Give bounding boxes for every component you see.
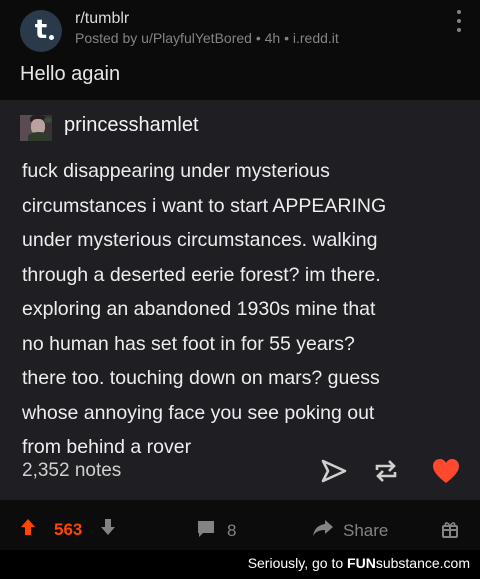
comment-icon[interactable] [196, 520, 216, 538]
post-action-bar: 563 8 Share [0, 500, 480, 550]
body-line: through a deserted eerie forest? im ther… [22, 263, 381, 286]
body-line: circumstances i want to start APPEARING [22, 194, 387, 217]
heart-icon [433, 459, 459, 483]
send-icon [321, 459, 347, 483]
body-line: there too. touching down on mars? guess [22, 367, 380, 389]
subreddit-icon-dot [49, 35, 54, 40]
more-options-icon[interactable] [449, 10, 469, 32]
watermark-site-com: .com [439, 555, 470, 571]
body-line: whose annoying face you see poking out [22, 401, 375, 424]
post-header: t r/tumblr Posted by u/PlayfulYetBored •… [0, 0, 480, 100]
post-meta: Posted by u/PlayfulYetBored • 4h • i.red… [75, 30, 339, 46]
upvote-icon[interactable] [20, 518, 36, 536]
watermark-bar: Seriously, go to FUNsubstance.com [0, 550, 480, 579]
share-button[interactable]: Share [343, 521, 388, 541]
body-line: under mysterious circumstances. walking [22, 229, 378, 251]
post-body-text: fuck disappearing under mysterious circu… [22, 154, 467, 465]
comment-count[interactable]: 8 [227, 521, 236, 541]
watermark-site-fun: FUN [347, 555, 376, 571]
body-line: no human has set foot in for 55 years? [22, 332, 355, 355]
subreddit-name[interactable]: r/tumblr [75, 10, 129, 28]
vote-score: 563 [54, 520, 83, 539]
watermark-prefix: Seriously, go to [247, 555, 348, 571]
post-title[interactable]: Hello again [20, 63, 120, 86]
body-line: exploring an abandoned 1930s mine that [22, 298, 376, 320]
downvote-icon[interactable] [100, 518, 116, 536]
subreddit-icon[interactable]: t [20, 10, 62, 52]
subreddit-icon-letter: t [34, 14, 48, 45]
award-icon[interactable] [442, 520, 458, 538]
share-icon[interactable] [312, 518, 334, 538]
watermark-text: Seriously, go to FUNsubstance.com [248, 555, 470, 571]
watermark-site-substance: substance [375, 555, 440, 571]
tumblr-username: princesshamlet [64, 114, 199, 136]
reblog-icon [375, 460, 397, 482]
tumblr-post-image[interactable]: princesshamlet fuck disappearing under m… [0, 100, 480, 500]
body-line: fuck disappearing under mysterious [22, 160, 330, 182]
notes-count: 2,352 notes [22, 460, 122, 481]
avatar [20, 115, 52, 141]
